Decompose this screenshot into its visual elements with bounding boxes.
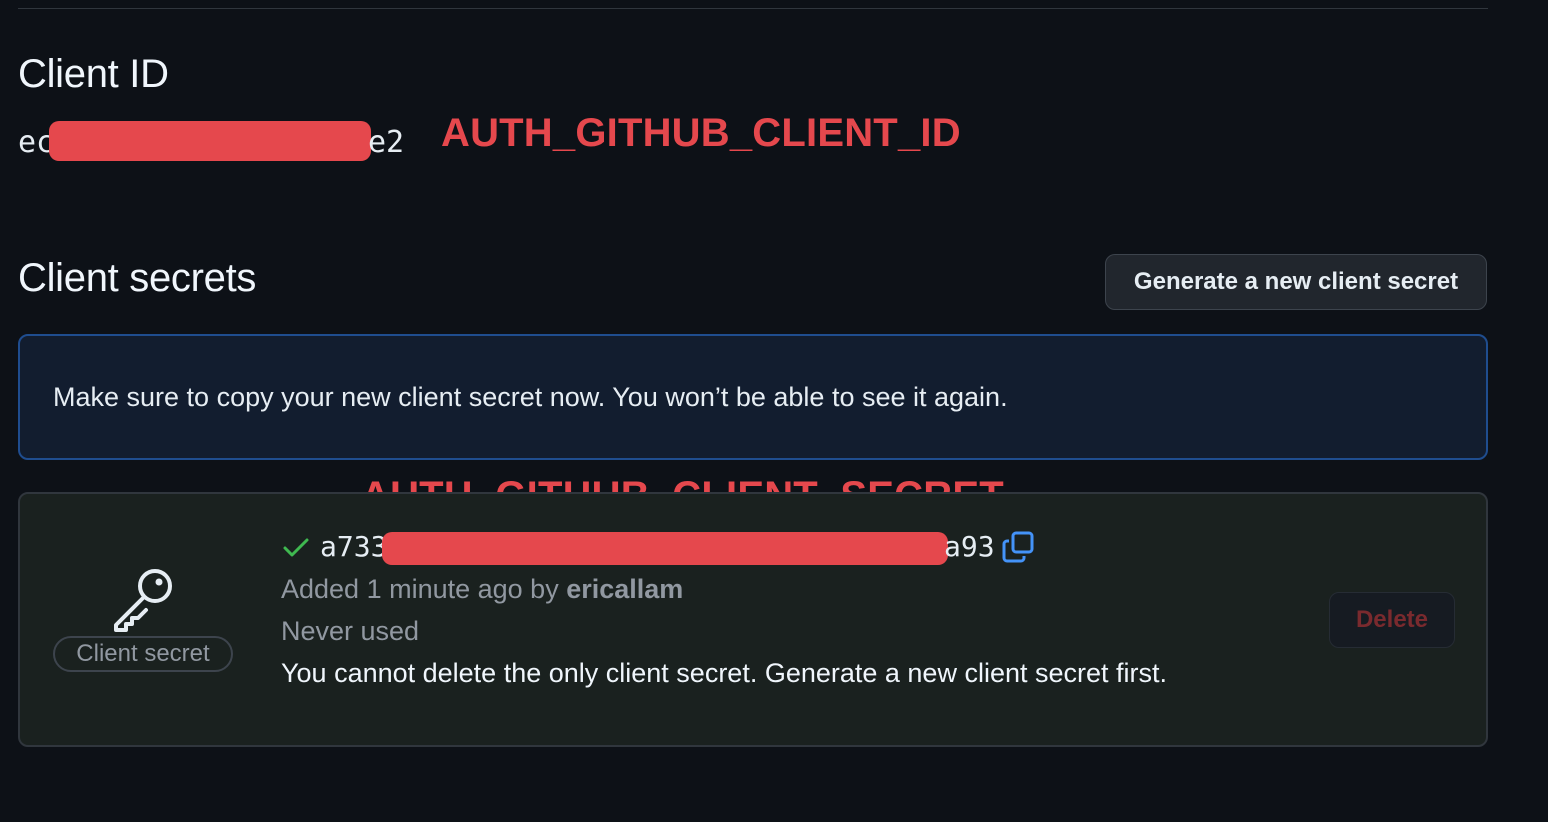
oauth-app-settings-page: Client ID ec e2 AUTH_GITHUB_CLIENT_ID Cl…	[0, 0, 1548, 822]
delete-warning-text: You cannot delete the only client secret…	[281, 658, 1168, 688]
client-secret-suffix: a93	[944, 530, 995, 563]
client-secrets-heading: Client secrets	[18, 256, 257, 300]
key-icon	[114, 569, 172, 632]
secret-added-by: ericallam	[566, 574, 684, 604]
check-icon	[283, 538, 309, 557]
secret-added-prefix: Added 1 minute ago by	[281, 574, 567, 604]
section-divider	[18, 8, 1488, 9]
client-secret-redaction	[382, 532, 948, 565]
client-secret-prefix: a733	[320, 530, 388, 563]
client-id-suffix: e2	[368, 125, 405, 160]
client-id-redaction	[49, 121, 371, 161]
secret-added-info: Added 1 minute ago by ericallam	[281, 574, 683, 605]
delete-secret-button: Delete	[1329, 592, 1455, 648]
copy-icon[interactable]	[1001, 530, 1035, 564]
client-id-env-annotation: AUTH_GITHUB_CLIENT_ID	[441, 111, 961, 155]
copy-secret-flash-notice: Make sure to copy your new client secret…	[18, 334, 1488, 460]
generate-client-secret-button[interactable]: Generate a new client secret	[1105, 254, 1487, 310]
client-secret-card: Client secret a733 a93 Added 1 minute ag…	[18, 492, 1488, 747]
client-id-heading: Client ID	[18, 52, 169, 96]
flash-message: Make sure to copy your new client secret…	[53, 381, 1008, 412]
client-id-value: ec e2	[18, 121, 418, 161]
secret-usage-status: Never used	[281, 616, 420, 646]
client-secret-badge: Client secret	[53, 636, 233, 672]
